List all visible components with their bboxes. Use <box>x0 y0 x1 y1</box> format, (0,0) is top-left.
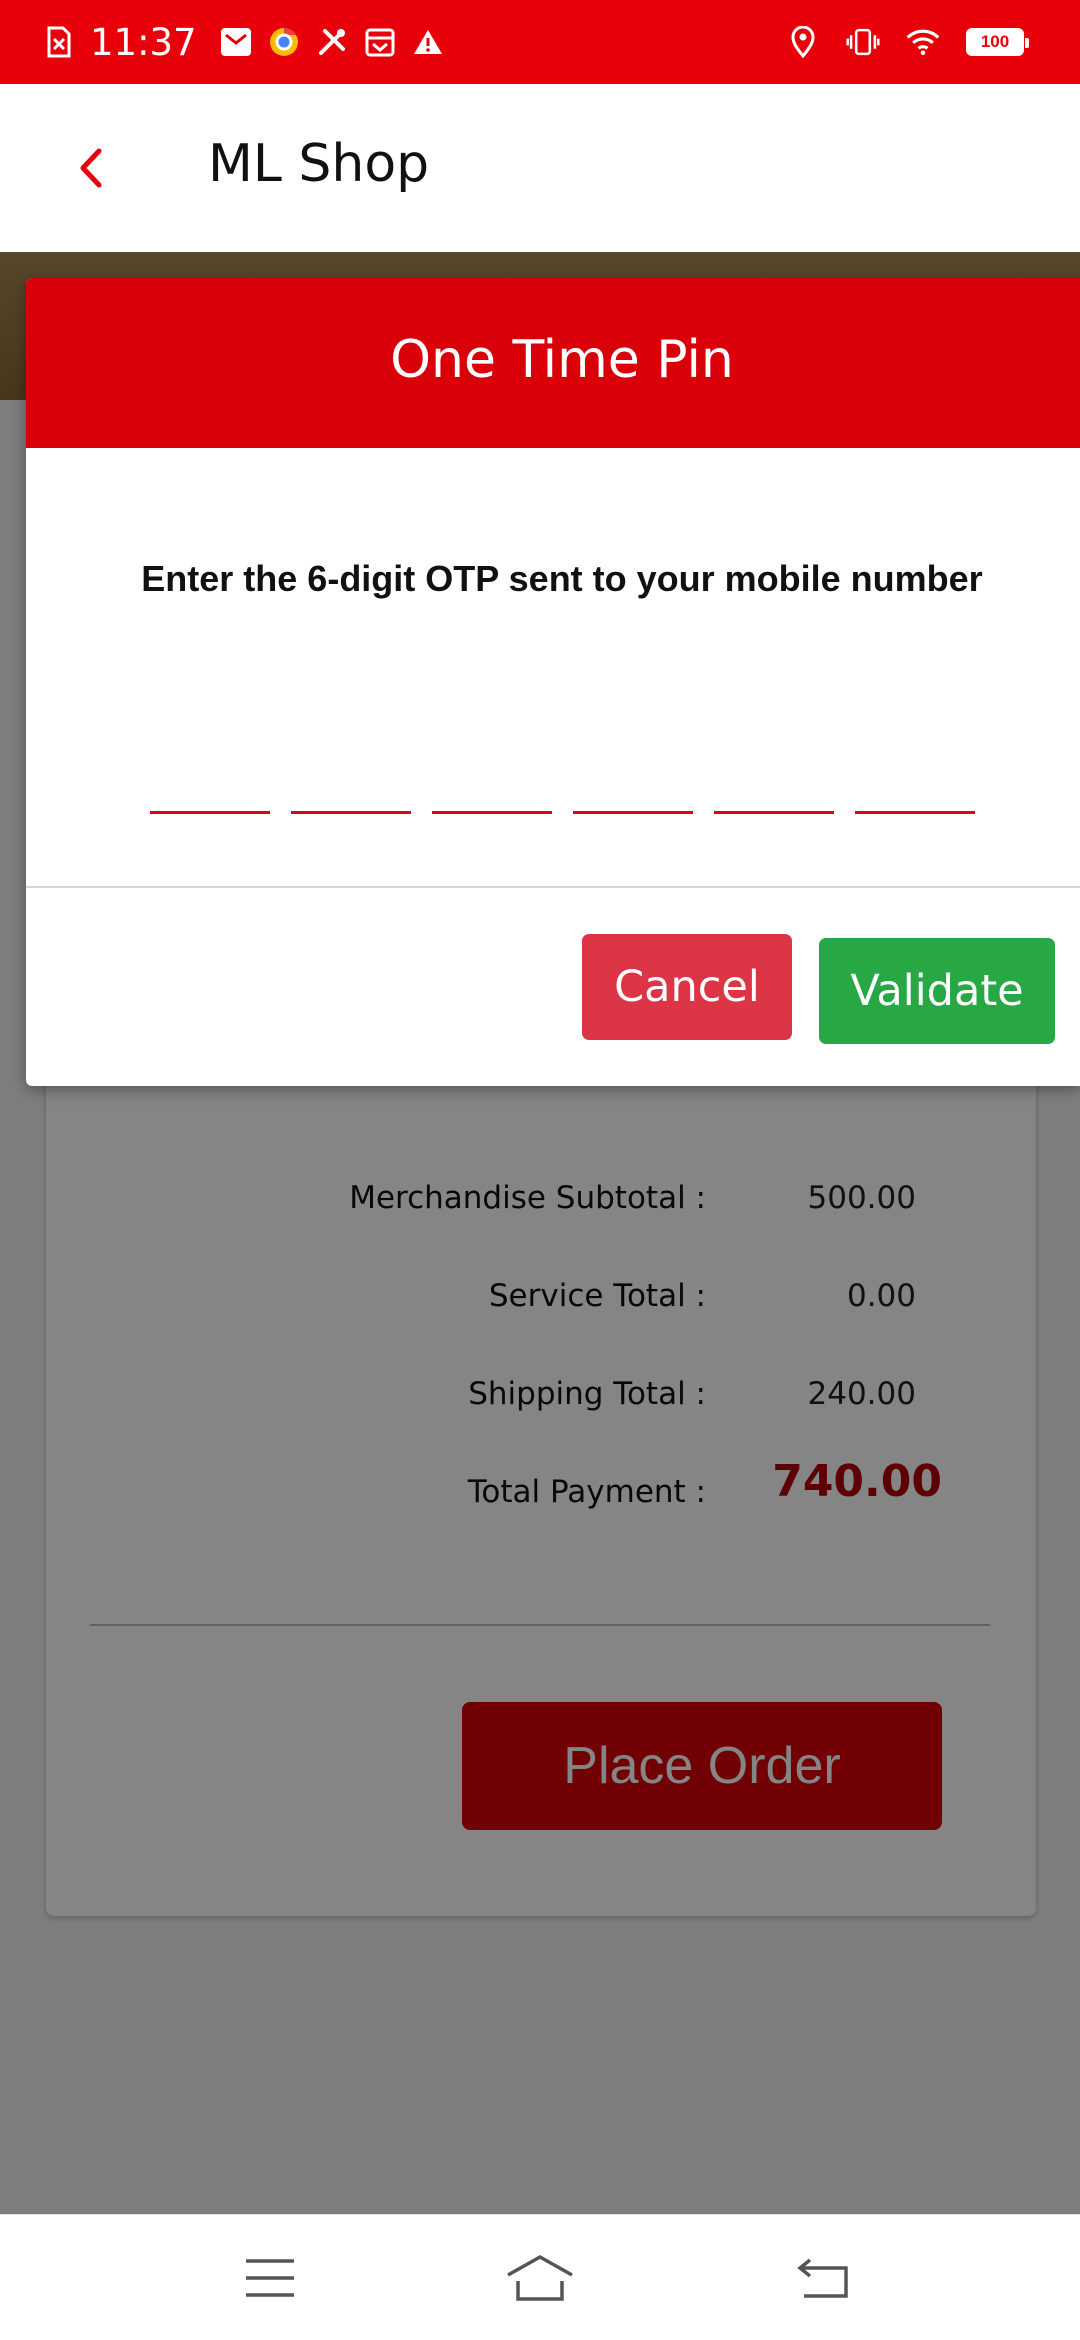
status-right: 100 <box>786 0 1029 84</box>
cancel-button[interactable]: Cancel <box>582 934 792 1040</box>
otp-digit-3[interactable] <box>432 744 552 814</box>
location-icon <box>786 25 820 59</box>
sim-error-icon <box>42 25 76 59</box>
menu-icon <box>246 2259 294 2297</box>
validate-button[interactable]: Validate <box>819 938 1055 1044</box>
chevron-left-icon <box>80 148 102 188</box>
back-icon <box>797 2258 848 2298</box>
otp-digit-4[interactable] <box>573 744 693 814</box>
mail-icon <box>219 25 253 59</box>
back-nav-button[interactable] <box>784 2243 864 2313</box>
menu-button[interactable] <box>230 2243 310 2313</box>
otp-digit-6[interactable] <box>855 744 975 814</box>
app-bar: ML Shop <box>0 84 1080 252</box>
otp-dialog-header: One Time Pin <box>26 278 1080 448</box>
divider <box>26 886 1080 888</box>
otp-dialog-title: One Time Pin <box>390 330 734 390</box>
home-icon <box>507 2254 573 2301</box>
home-button[interactable] <box>500 2243 580 2313</box>
back-button[interactable] <box>60 138 120 198</box>
battery-icon: 100 <box>966 28 1029 56</box>
wifi-icon <box>906 25 940 59</box>
otp-digit-1[interactable] <box>150 744 270 814</box>
tools-icon <box>315 25 349 59</box>
vibrate-icon <box>846 25 880 59</box>
page-title: ML Shop <box>208 134 430 194</box>
otp-digit-2[interactable] <box>291 744 411 814</box>
calendar-icon <box>363 25 397 59</box>
status-time: 11:37 <box>90 20 197 64</box>
otp-digit-5[interactable] <box>714 744 834 814</box>
status-left: 11:37 <box>42 0 445 84</box>
system-nav-bar <box>0 2214 1080 2340</box>
status-bar: 11:37 100 <box>0 0 1080 84</box>
otp-dialog: One Time Pin Enter the 6-digit OTP sent … <box>26 278 1080 1086</box>
browser-icon <box>267 25 301 59</box>
warning-icon <box>411 25 445 59</box>
otp-instruction: Enter the 6-digit OTP sent to your mobil… <box>141 558 983 599</box>
